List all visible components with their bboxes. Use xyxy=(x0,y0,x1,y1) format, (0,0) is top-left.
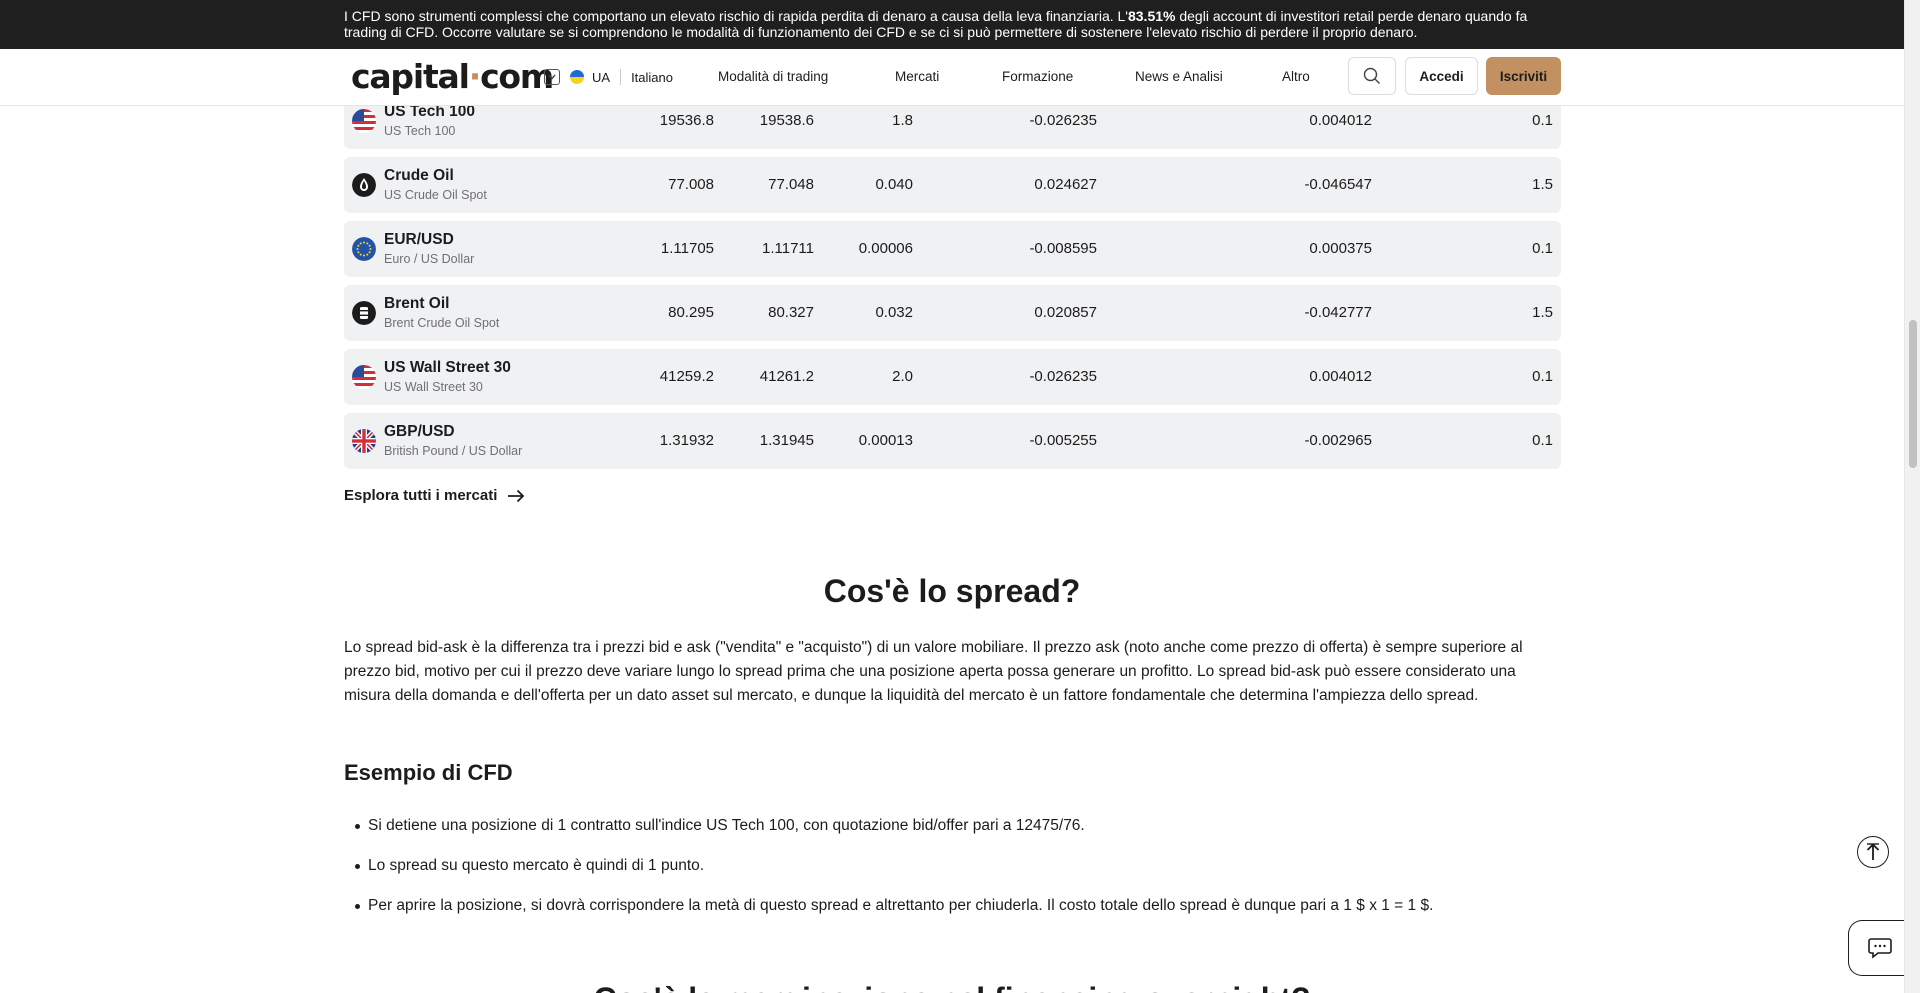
margin-value: 0.1 xyxy=(1532,240,1553,257)
sell-price: 1.31932 xyxy=(659,432,714,449)
spread-section-title: Cos'è lo spread? xyxy=(823,573,1081,609)
list-item: Si detiene una posizione di 1 contratto … xyxy=(355,814,1561,854)
uk-flag-icon xyxy=(352,429,376,453)
margin-value: 0.1 xyxy=(1532,432,1553,449)
market-name: Crude Oil xyxy=(384,167,454,184)
eu-flag-icon xyxy=(352,237,376,261)
region-code: UA xyxy=(592,69,611,85)
chat-icon xyxy=(1867,938,1892,959)
market-name: GBP/USD xyxy=(384,423,455,440)
language-label: Italiano xyxy=(631,69,673,85)
list-item: Lo spread su questo mercato è quindi di … xyxy=(355,854,1561,894)
explore-label: Esplora tutti i mercati xyxy=(344,487,498,504)
sell-price: 41259.2 xyxy=(659,368,714,385)
margin-value: 1.5 xyxy=(1532,176,1553,193)
chevron-down-icon xyxy=(544,69,560,85)
short-swap: -0.046547 xyxy=(1304,176,1372,193)
oil-drop-icon xyxy=(352,173,376,197)
short-swap: 0.004012 xyxy=(1309,112,1372,129)
region-language-selector[interactable]: UA Italiano xyxy=(544,66,673,88)
long-swap: -0.008595 xyxy=(1029,240,1097,257)
login-button[interactable]: Accedi xyxy=(1405,57,1478,95)
spread-paragraph: Lo spread bid-ask è la differenza tra i … xyxy=(344,639,1523,704)
oil-barrel-icon xyxy=(352,301,376,325)
buy-price: 1.31945 xyxy=(759,432,814,449)
market-name: Brent Oil xyxy=(384,295,450,312)
market-subtitle: Brent Crude Oil Spot xyxy=(384,316,500,330)
nav-education[interactable]: Formazione xyxy=(1002,69,1073,84)
market-subtitle: US Wall Street 30 xyxy=(384,380,483,394)
buy-price: 41261.2 xyxy=(759,368,814,385)
nav-more[interactable]: Altro xyxy=(1282,69,1310,84)
risk-warning-text: I CFD sono strumenti complessi che compo… xyxy=(344,8,1528,40)
sell-price: 1.11705 xyxy=(660,240,714,257)
site-header: capital·com UA Italiano Modalità di trad… xyxy=(0,49,1904,106)
margin-section-title: Cos'è la marginazione nel financing over… xyxy=(0,976,1904,993)
chat-button[interactable] xyxy=(1848,920,1910,976)
nav-markets[interactable]: Mercati xyxy=(895,69,939,84)
short-swap: 0.000375 xyxy=(1309,240,1372,257)
market-name: US Wall Street 30 xyxy=(384,359,511,376)
table-row[interactable]: US Wall Street 30 US Wall Street 30 4125… xyxy=(344,349,1561,405)
cfd-example-title: Esempio di CFD xyxy=(344,760,513,785)
table-row[interactable]: Brent Oil Brent Crude Oil Spot 80.295 80… xyxy=(344,285,1561,341)
explore-all-markets-link[interactable]: Esplora tutti i mercati xyxy=(344,487,525,504)
long-swap: 0.024627 xyxy=(1034,176,1097,193)
long-swap: -0.026235 xyxy=(1029,112,1097,129)
list-item: Per aprire la posizione, si dovrà corris… xyxy=(355,894,1561,934)
buy-price: 77.048 xyxy=(768,176,814,193)
spread-value: 1.8 xyxy=(892,112,913,129)
risk-warning-banner: I CFD sono strumenti complessi che compo… xyxy=(0,0,1904,49)
scroll-to-top-button[interactable] xyxy=(1857,836,1889,868)
market-name: EUR/USD xyxy=(384,231,454,248)
us-flag-icon xyxy=(352,109,376,133)
short-swap: 0.004012 xyxy=(1309,368,1372,385)
risk-percentage: 83.51% xyxy=(1127,8,1176,24)
market-subtitle: British Pound / US Dollar xyxy=(384,444,523,458)
us-flag-icon xyxy=(352,365,376,389)
spread-value: 2.0 xyxy=(892,368,913,385)
arrow-up-icon xyxy=(1866,843,1880,860)
spread-value: 0.032 xyxy=(875,304,913,321)
table-row[interactable]: EUR/USD Euro / US Dollar 1.11705 1.11711… xyxy=(344,221,1561,277)
long-swap: -0.026235 xyxy=(1029,368,1097,385)
buy-price: 80.327 xyxy=(768,304,814,321)
spread-value: 0.040 xyxy=(875,176,913,193)
cfd-example-list: Si detiene una posizione di 1 contratto … xyxy=(355,814,1561,934)
arrow-right-icon xyxy=(508,489,525,502)
market-subtitle: US Crude Oil Spot xyxy=(384,188,487,202)
buy-price: 19538.6 xyxy=(759,112,814,129)
search-icon xyxy=(1363,67,1380,84)
margin-value: 0.1 xyxy=(1532,112,1553,129)
short-swap: -0.042777 xyxy=(1304,304,1372,321)
ukraine-flag-icon xyxy=(570,70,584,84)
scrollbar-thumb[interactable] xyxy=(1909,320,1917,468)
page-scrollbar[interactable] xyxy=(1904,0,1920,993)
long-swap: -0.005255 xyxy=(1029,432,1097,449)
capital-logo[interactable]: capital·com xyxy=(351,57,554,97)
short-swap: -0.002965 xyxy=(1304,432,1372,449)
market-subtitle: US Tech 100 xyxy=(384,124,456,138)
buy-price: 1.11711 xyxy=(762,240,814,257)
long-swap: 0.020857 xyxy=(1034,304,1097,321)
markets-table: US Tech 100 US Tech 100 19536.8 19538.6 … xyxy=(344,93,1561,477)
search-button[interactable] xyxy=(1348,57,1396,95)
table-row[interactable]: GBP/USD British Pound / US Dollar 1.3193… xyxy=(344,413,1561,469)
sell-price: 80.295 xyxy=(668,304,714,321)
signup-button[interactable]: Iscriviti xyxy=(1486,57,1561,95)
divider xyxy=(620,69,622,85)
table-row[interactable]: Crude Oil US Crude Oil Spot 77.008 77.04… xyxy=(344,157,1561,213)
margin-value: 0.1 xyxy=(1532,368,1553,385)
sell-price: 19536.8 xyxy=(659,112,714,129)
spread-value: 0.00013 xyxy=(858,432,913,449)
market-subtitle: Euro / US Dollar xyxy=(384,252,475,266)
nav-trading-modes[interactable]: Modalità di trading xyxy=(718,69,828,84)
spread-value: 0.00006 xyxy=(858,240,913,257)
sell-price: 77.008 xyxy=(668,176,714,193)
nav-news-analysis[interactable]: News e Analisi xyxy=(1135,69,1223,84)
margin-value: 1.5 xyxy=(1532,304,1553,321)
